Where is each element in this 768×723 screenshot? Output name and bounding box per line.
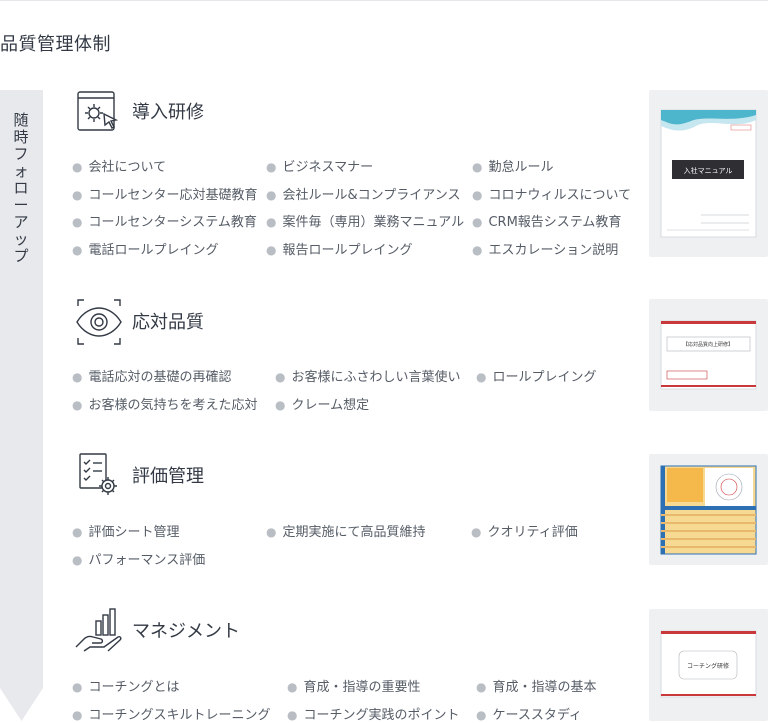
list-item: ● クレーム想定: [275, 398, 370, 413]
list-item: ● お客様の気持ちを考えた応対: [72, 398, 258, 413]
section-management: マネジメント ● コーチングとは ● 育成・指導の重要性 ● 育成・指導の基本 ● コー…: [72, 607, 652, 723]
thumbnail-title: コーチング研修: [687, 662, 729, 670]
list-item: ● ビジネスマナー: [266, 160, 374, 175]
list-item: ● 育成・指導の基本: [476, 680, 597, 695]
list-item: ● 勤怠ルール: [472, 160, 554, 175]
list-item: ● 電話ロールプレイング: [72, 243, 219, 258]
section-title: 導入研修: [132, 102, 204, 123]
section-header: 導入研修: [72, 88, 372, 136]
section-orientation-training: 導入研修 ● 会社について ● ビジネスマナー ● 勤怠ルール ● コールセンター応対基…: [72, 88, 652, 258]
list-item: ● 会社ルール&コンプライアンス: [266, 188, 461, 203]
section-header: マネジメント: [72, 607, 372, 655]
thumbnail-title: 【応対品質向上研修】: [683, 341, 733, 348]
list-item: ● コールセンターシステム教育: [72, 215, 257, 230]
list-item: ● CRM報告システム教育: [472, 215, 622, 230]
list-item: ● コーチングとは: [72, 680, 180, 695]
list-item: ● コーチングスキルトレーニング: [72, 708, 271, 723]
checklist-gear-icon: [74, 452, 124, 500]
eye-icon: [74, 298, 124, 346]
section-title: マネジメント: [132, 621, 240, 642]
section-header: 応対品質: [72, 298, 372, 346]
list-item: ● クオリティ評価: [471, 525, 578, 540]
list-item: ● 評価シート管理: [72, 525, 180, 540]
list-item: ● 育成・指導の重要性: [287, 680, 421, 695]
list-item: ● ロールプレイング: [476, 370, 597, 385]
list-item: ● 案件毎（専用）業務マニュアル: [266, 215, 465, 230]
section-response-quality: 応対品質 ● 電話応対の基礎の再確認 ● お客様にふさわしい言葉使い ● ロールプレイ…: [72, 298, 652, 418]
list-item: ● お客様にふさわしい言葉使い: [275, 370, 461, 385]
section-title: 評価管理: [132, 466, 204, 487]
follow-up-label: 随時フォローアップ: [13, 111, 29, 265]
page-title: 品質管理体制: [0, 34, 111, 55]
list-item: ● 電話応対の基礎の再確認: [72, 370, 232, 385]
top-divider: [0, 0, 768, 1]
follow-up-bar: 随時フォローアップ: [0, 90, 43, 721]
evaluation-sheet-thumbnail[interactable]: [649, 454, 768, 565]
manual-thumbnail[interactable]: 入社マニュアル: [649, 90, 768, 257]
list-item: ● 報告ロールプレイング: [266, 243, 413, 258]
coaching-thumbnail[interactable]: コーチング研修: [649, 609, 768, 721]
section-evaluation-management: 評価管理 ● 評価シート管理 ● 定期実施にて高品質維持 ● クオリティ評価 ● パフォ…: [72, 452, 652, 572]
list-item: ● コロナウィルスについて: [472, 188, 632, 203]
list-item: ● 会社について: [72, 160, 167, 175]
list-item: ● パフォーマンス評価: [72, 553, 206, 568]
thumbnail-title: 入社マニュアル: [684, 166, 733, 175]
list-item: ● 定期実施にて高品質維持: [266, 525, 426, 540]
list-item: ● エスカレーション説明: [472, 243, 619, 258]
monitor-gear-cursor-icon: [74, 88, 124, 136]
list-item: ● ケーススタディ: [476, 708, 582, 723]
section-title: 応対品質: [132, 312, 204, 333]
hand-growth-chart-icon: [74, 607, 124, 655]
training-thumbnail[interactable]: 【応対品質向上研修】: [649, 299, 768, 411]
list-item: ● コールセンター応対基礎教育: [72, 188, 258, 203]
list-item: ● コーチング実践のポイント: [287, 708, 460, 723]
section-header: 評価管理: [72, 452, 372, 500]
